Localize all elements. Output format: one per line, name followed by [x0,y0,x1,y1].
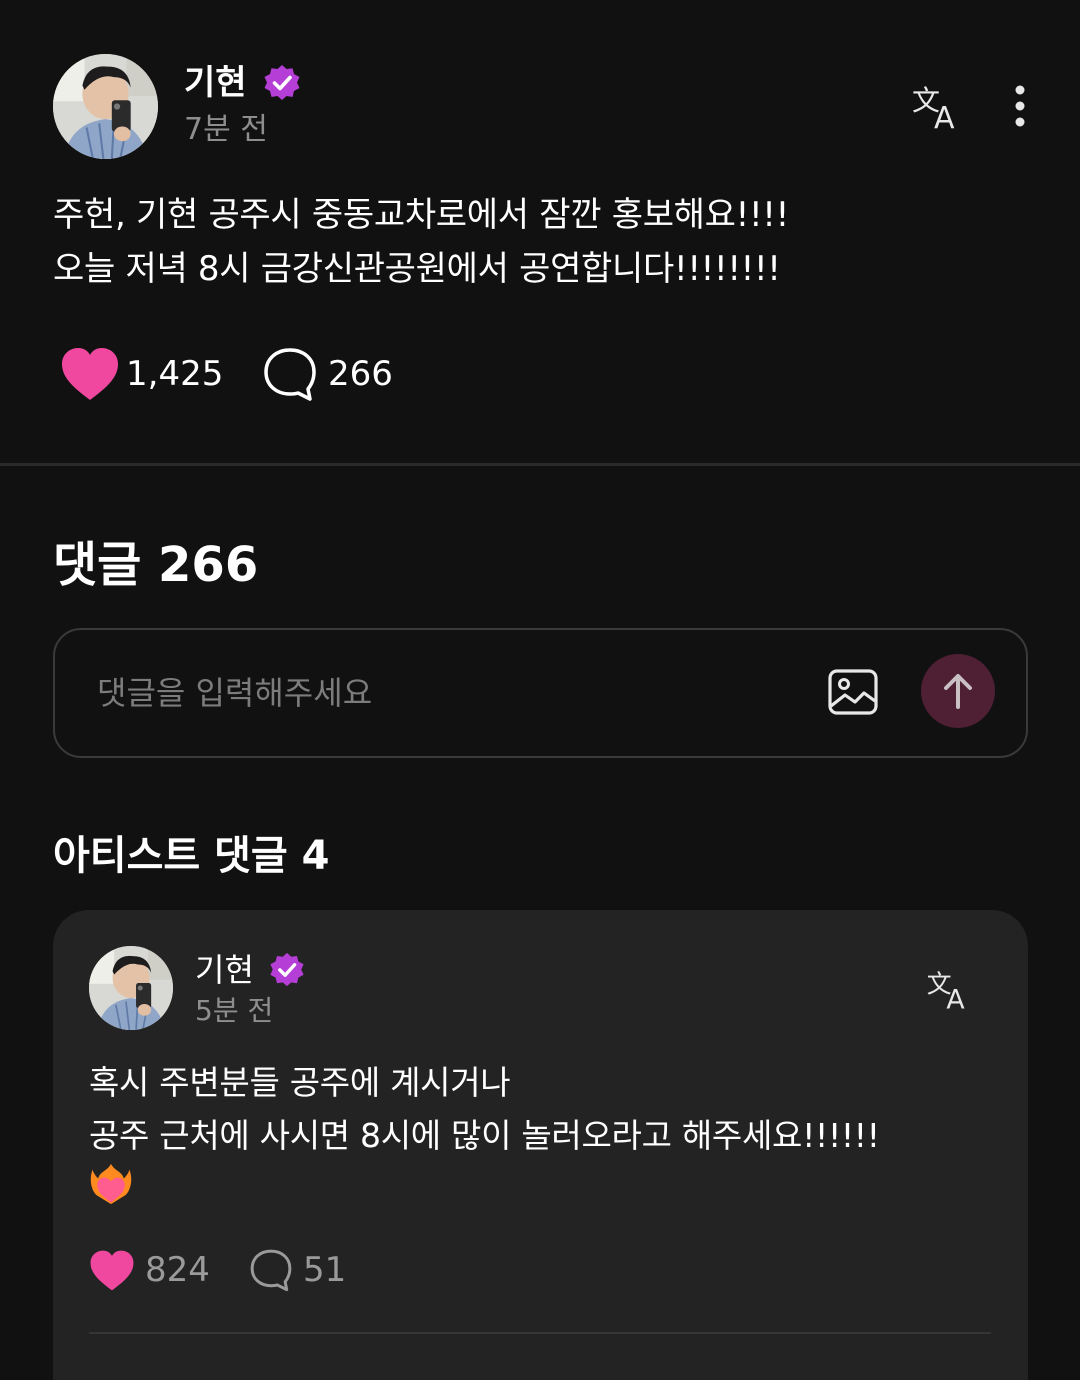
comment-button[interactable]: 266 [262,345,393,403]
comment-input[interactable] [97,658,797,728]
comment-like-button[interactable]: 824 [89,1246,210,1294]
more-vertical-icon[interactable] [1002,82,1038,130]
card-divider [89,1332,991,1334]
like-count: 1,425 [126,354,224,394]
like-button[interactable]: 1,425 [60,345,223,403]
comment-author-avatar[interactable] [89,946,173,1030]
translate-icon[interactable]: 文 A [925,966,973,1016]
arrow-up-icon [944,674,972,709]
comment-like-count: 824 [145,1250,210,1290]
heart-icon [90,1250,134,1290]
author-name[interactable]: 기현 [184,62,247,104]
comment-author-name[interactable]: 기현 [195,950,254,990]
author-avatar[interactable] [53,54,158,159]
heart-on-fire-emoji [89,1162,137,1210]
comment-timestamp: 5분 전 [195,994,274,1027]
comment-input-box [53,628,1028,758]
comment-body: 혹시 주변분들 공주에 계시거나 공주 근처에 사시면 8시에 많이 놀러오라고… [89,1063,880,1155]
post-header: 기현 7분 전 文 A [0,0,1080,180]
comment-bubble-icon [250,1249,292,1292]
verified-badge-icon [262,63,302,103]
artist-comment-card: 기현 5분 전 文 A 혹시 주변분들 공주에 계시거나 공주 근처에 사시면 … [53,910,1028,1380]
comment-count: 266 [328,354,393,394]
comment-reply-button[interactable]: 51 [249,1246,346,1294]
svg-text:A: A [946,985,965,1014]
section-divider [0,463,1080,466]
comments-title: 댓글 266 [53,537,259,593]
send-button[interactable] [921,654,995,728]
post-body: 주헌, 기현 공주시 중동교차로에서 잠깐 홍보해요!!!! 오늘 저녁 8시 … [53,195,789,289]
artist-comments-title: 아티스트 댓글 4 [53,833,330,879]
comment-reply-count: 51 [303,1250,347,1290]
heart-icon [62,348,118,400]
post-timestamp: 7분 전 [184,112,268,147]
verified-badge-icon [268,951,306,989]
image-icon[interactable] [827,668,879,716]
comment-bubble-icon [264,348,316,401]
svg-text:A: A [934,101,955,134]
translate-icon[interactable]: 文 A [910,80,964,136]
